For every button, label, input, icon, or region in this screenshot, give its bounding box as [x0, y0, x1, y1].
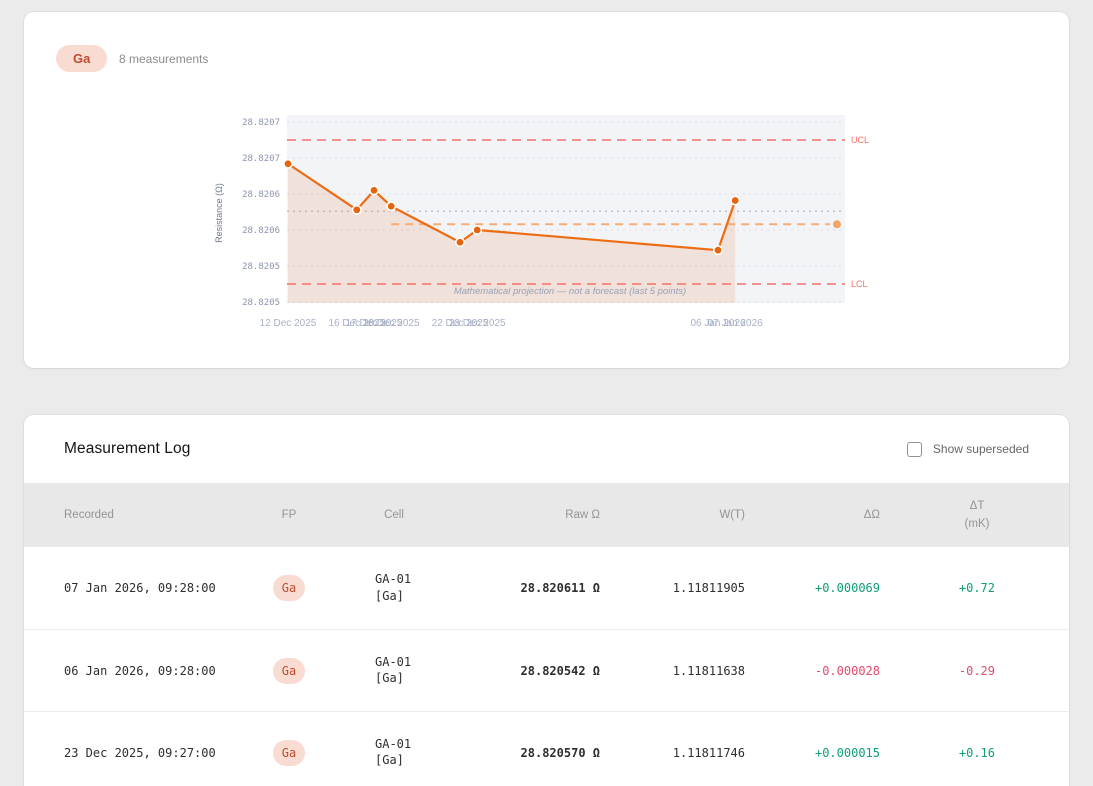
control-chart: UCL LCL 28.8207 28.8207 28.8206 28.8206 28.820… [210, 108, 890, 343]
x-tick-label: 12 Dec 2025 [260, 318, 317, 329]
recorded-cell: 23 Dec 2025, 09:27:00 [64, 746, 244, 760]
table-row[interactable]: 07 Jan 2026, 09:28:00 Ga GA-01 [Ga] 28.8206… [24, 547, 1069, 629]
log-table-body: 07 Jan 2026, 09:28:00 Ga GA-01 [Ga] 28.8206… [24, 547, 1069, 786]
cell-id-cell: GA-01 [Ga] [334, 654, 454, 687]
delta-ohm-cell: -0.000028 [745, 664, 880, 678]
lcl-label: LCL [851, 279, 868, 289]
delta-t-cell: +0.72 [880, 581, 995, 595]
y-tick-label: 28.8206 [242, 190, 280, 200]
delta-t-cell: +0.16 [880, 746, 995, 760]
cell-id-cell: GA-01 [Ga] [334, 571, 454, 604]
ucl-label: UCL [851, 135, 869, 145]
show-superseded-checkbox[interactable] [907, 442, 922, 457]
y-axis-title: Resistance (Ω) [214, 183, 224, 243]
wt-cell: 1.11811638 [600, 664, 745, 678]
y-tick-label: 28.8207 [242, 118, 280, 128]
raw-ohm-cell: 28.820542 Ω [454, 664, 600, 678]
table-row[interactable]: 06 Jan 2026, 09:28:00 Ga GA-01 [Ga] 28.8205… [24, 629, 1069, 711]
fp-cell: Ga [244, 575, 334, 601]
delta-t-cell: -0.29 [880, 664, 995, 678]
measurement-count-label: 8 measurements [119, 52, 208, 66]
data-point[interactable] [353, 206, 361, 214]
cell-id: GA-01 [Ga] [375, 654, 413, 686]
fp-badge: Ga [273, 740, 305, 766]
column-header-3: Cell [334, 509, 454, 521]
table-row[interactable]: 23 Dec 2025, 09:27:00 Ga GA-01 [Ga] 28.8205… [24, 711, 1069, 786]
data-point[interactable] [473, 226, 481, 234]
column-header-1: Recorded [64, 509, 244, 521]
data-point[interactable] [387, 202, 395, 210]
delta-ohm-cell: +0.000015 [745, 746, 880, 760]
column-header-5: W(T) [600, 509, 745, 521]
projection-annotation: Mathematical projection — not a forecast… [454, 286, 686, 297]
x-tick-label: 07 Jan 2026 [708, 318, 763, 329]
fixed-point-badge[interactable]: Ga [56, 45, 107, 72]
raw-ohm-cell: 28.820611 Ω [454, 581, 600, 595]
x-tick-label: 18 Dec 2025 [363, 318, 420, 329]
show-superseded-label[interactable]: Show superseded [933, 442, 1029, 456]
y-tick-label: 28.8205 [242, 262, 280, 272]
fp-badge: Ga [273, 658, 305, 684]
log-table-header: RecordedFPCellRaw ΩW(T)ΔΩΔT (mK) [24, 483, 1069, 547]
y-tick-label: 28.8206 [242, 226, 280, 236]
fp-cell: Ga [244, 658, 334, 684]
cell-id-cell: GA-01 [Ga] [334, 736, 454, 769]
data-point[interactable] [370, 186, 378, 194]
y-tick-label: 28.8205 [242, 298, 280, 308]
data-point[interactable] [731, 196, 739, 204]
wt-cell: 1.11811746 [600, 746, 745, 760]
fp-badge: Ga [273, 575, 305, 601]
column-header-4: Raw Ω [454, 509, 600, 521]
y-tick-label: 28.8207 [242, 154, 280, 164]
fp-cell: Ga [244, 740, 334, 766]
projection-endpoint [833, 220, 841, 228]
data-point[interactable] [284, 160, 292, 168]
x-tick-label: 23 Dec 2025 [449, 318, 506, 329]
recorded-cell: 07 Jan 2026, 09:28:00 [64, 581, 244, 595]
cell-id: GA-01 [Ga] [375, 736, 413, 768]
summary-card: Ga 8 measurements UCL LCL 28.8207 28.8207 28… [24, 12, 1069, 368]
measurement-log-card: Measurement Log Show superseded Recorded… [24, 415, 1069, 786]
recorded-cell: 06 Jan 2026, 09:28:00 [64, 664, 244, 678]
cell-id: GA-01 [Ga] [375, 571, 413, 603]
column-header-6: ΔΩ [745, 509, 880, 521]
column-header-2: FP [244, 509, 334, 521]
log-titlebar: Measurement Log Show superseded [24, 415, 1069, 483]
raw-ohm-cell: 28.820570 Ω [454, 746, 600, 760]
data-point[interactable] [714, 246, 722, 254]
wt-cell: 1.11811905 [600, 581, 745, 595]
column-header-7: ΔT (mK) [880, 497, 995, 534]
log-title: Measurement Log [64, 440, 190, 458]
data-point[interactable] [456, 238, 464, 246]
delta-ohm-cell: +0.000069 [745, 581, 880, 595]
show-superseded-control: Show superseded [907, 442, 1029, 457]
